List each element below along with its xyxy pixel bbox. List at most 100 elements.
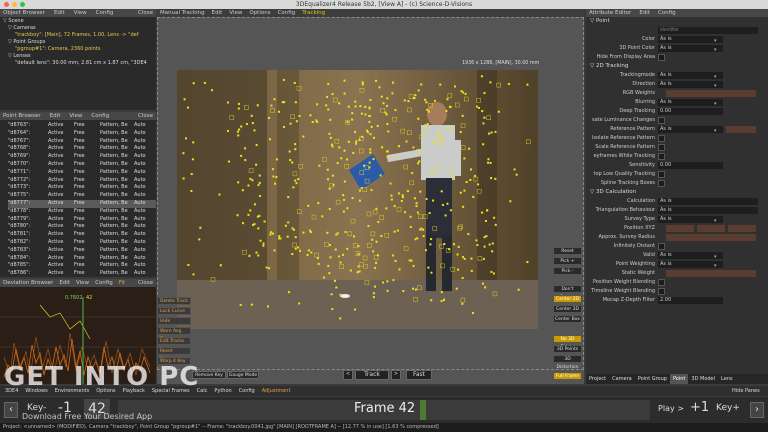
section-2d-tracking[interactable]: ▽ 2D Tracking [586, 62, 768, 71]
zoom-window-icon[interactable] [20, 2, 25, 7]
track-point[interactable] [463, 189, 466, 192]
track-point[interactable] [483, 92, 486, 95]
track-point[interactable] [292, 186, 295, 189]
track-point[interactable] [491, 242, 494, 245]
track-point[interactable] [357, 245, 360, 248]
track-point[interactable] [288, 291, 291, 294]
track-point[interactable] [440, 190, 443, 193]
track-point[interactable] [293, 81, 296, 84]
track-point[interactable] [386, 122, 389, 125]
track-point[interactable] [418, 160, 421, 163]
track-point[interactable] [268, 138, 271, 141]
track-backward-button[interactable]: < [343, 370, 353, 380]
tab-point-group[interactable]: Point Group [635, 374, 670, 384]
track-point[interactable] [236, 214, 239, 217]
track-point[interactable] [407, 100, 410, 103]
track-point[interactable] [286, 235, 289, 238]
identifier-field[interactable] [658, 27, 758, 34]
track-point[interactable] [368, 115, 371, 118]
track-point[interactable] [273, 249, 276, 252]
track-point[interactable] [425, 101, 428, 104]
track-button[interactable]: Track [355, 370, 389, 380]
track-point[interactable] [338, 102, 341, 105]
position-xyz-field[interactable] [697, 225, 725, 232]
track-point[interactable] [372, 296, 375, 299]
track-point[interactable] [394, 260, 397, 263]
attribute-value-field[interactable]: 0.00 [658, 108, 723, 115]
track-point[interactable] [297, 246, 300, 249]
track-point[interactable] [381, 146, 384, 149]
track-point[interactable] [191, 158, 194, 161]
track-point[interactable] [237, 181, 240, 184]
section-point[interactable]: ▽ Point [586, 17, 768, 26]
track-point[interactable] [240, 125, 243, 128]
track-point[interactable] [403, 99, 406, 102]
tab-lens[interactable]: Lens [718, 374, 736, 384]
menu-view[interactable]: View [69, 112, 82, 120]
track-point[interactable] [245, 123, 248, 126]
track-point[interactable] [327, 82, 330, 85]
point-row[interactable]: "d8769": Active Free Pattern, Be Auto [8, 153, 156, 161]
track-point[interactable] [490, 270, 493, 273]
attribute-value-bar[interactable] [666, 90, 756, 97]
track-point[interactable] [427, 266, 430, 269]
track-point[interactable] [459, 191, 462, 194]
hide-from-display-checkbox[interactable] [658, 54, 665, 61]
track-point[interactable] [424, 98, 427, 101]
track-point[interactable] [394, 109, 397, 112]
attribute-checkbox[interactable] [658, 153, 665, 160]
track-point[interactable] [461, 276, 464, 279]
track-point[interactable] [385, 104, 388, 107]
track-point[interactable] [398, 268, 401, 271]
track-point[interactable] [480, 75, 483, 78]
track-point[interactable] [251, 122, 254, 125]
track-point[interactable] [437, 133, 440, 136]
track-point[interactable] [244, 147, 247, 150]
track-point[interactable] [250, 303, 253, 306]
track-point[interactable] [406, 190, 409, 193]
track-point[interactable] [291, 161, 294, 164]
track-point[interactable] [494, 223, 497, 226]
track-point[interactable] [273, 98, 276, 101]
track-point[interactable] [254, 203, 257, 206]
track-point[interactable] [343, 180, 346, 183]
track-point[interactable] [374, 266, 377, 269]
track-point[interactable] [242, 222, 245, 225]
track-point[interactable] [482, 122, 485, 125]
track-point[interactable] [249, 209, 252, 212]
track-point[interactable] [455, 287, 458, 290]
viewer-center-button[interactable]: Don't Center [553, 285, 582, 300]
viewer-tool-button[interactable]: Warn Avg Dev [157, 327, 191, 342]
track-point[interactable] [241, 189, 244, 192]
attribute-checkbox[interactable] [658, 144, 665, 151]
track-point[interactable] [473, 174, 476, 177]
close-button[interactable]: Close [138, 279, 156, 287]
track-point[interactable] [323, 276, 326, 279]
track-point[interactable] [342, 210, 345, 213]
footage-frame[interactable] [177, 70, 538, 329]
track-point[interactable] [192, 82, 195, 85]
track-point[interactable] [279, 237, 282, 240]
track-point[interactable] [265, 266, 268, 269]
track-point[interactable] [252, 223, 255, 226]
track-point[interactable] [357, 253, 360, 256]
track-point[interactable] [337, 255, 340, 258]
track-point[interactable] [340, 157, 343, 160]
attribute-checkbox[interactable] [658, 288, 665, 295]
point-row[interactable]: "d8785": Active Free Pattern, Be Auto [8, 262, 156, 270]
tree-camera-item[interactable]: "trackboy": [Main], 72 Frames, 1.00, Len… [3, 32, 153, 39]
track-point[interactable] [419, 228, 422, 231]
key-plus-button[interactable]: Key+ [716, 403, 740, 413]
track-point[interactable] [454, 85, 457, 88]
track-point[interactable] [244, 159, 247, 162]
track-point[interactable] [317, 262, 320, 265]
track-point[interactable] [369, 148, 372, 151]
track-point[interactable] [426, 108, 429, 111]
track-point[interactable] [355, 140, 358, 143]
attribute-value-field[interactable]: 2.00 [658, 297, 723, 304]
point-row[interactable]: "d8763": Active Free Pattern, Be Auto [8, 122, 156, 130]
track-point[interactable] [257, 184, 260, 187]
track-point[interactable] [343, 79, 346, 82]
track-point[interactable] [446, 202, 449, 205]
track-point[interactable] [269, 231, 272, 234]
